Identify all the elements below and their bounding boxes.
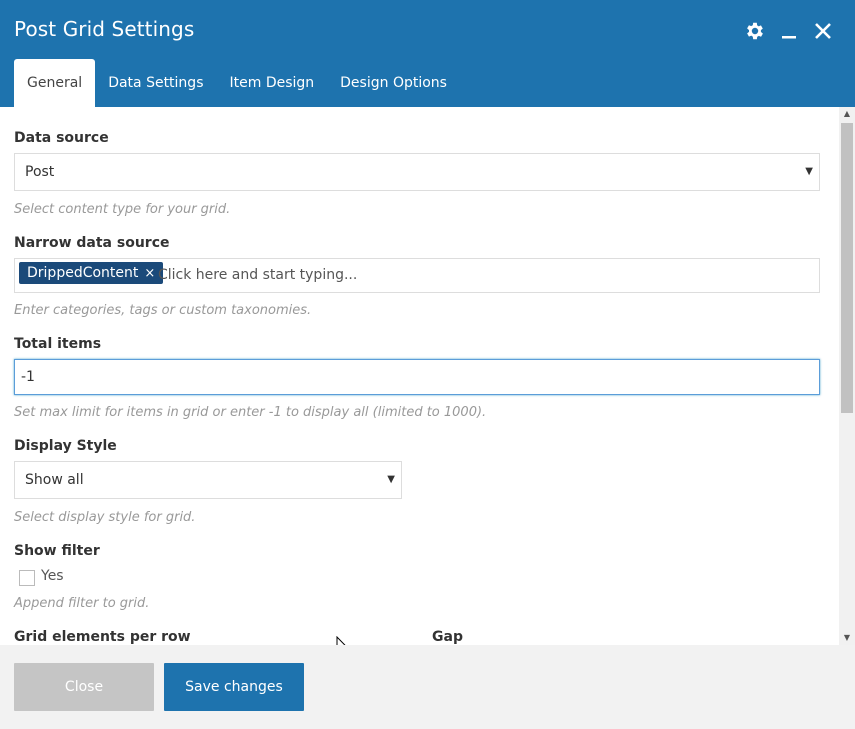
save-changes-button[interactable]: Save changes [164,663,304,711]
gap-label: Gap [432,629,463,645]
tab-bar: General Data Settings Item Design Design… [14,59,460,107]
scroll-down-icon[interactable]: ▼ [839,631,855,645]
close-icon[interactable] [811,19,835,43]
scroll-up-icon[interactable]: ▲ [839,107,855,121]
show-filter-help: Append filter to grid. [14,596,150,611]
show-filter-label: Show filter [14,543,100,559]
mouse-cursor-icon [336,635,350,645]
show-filter-checkbox[interactable] [19,570,35,586]
minimize-icon[interactable] [777,19,801,43]
tag-label: DrippedContent [27,265,139,281]
taxonomy-tag: DrippedContent × [19,262,164,284]
show-filter-checkbox-label[interactable]: Yes [41,568,64,584]
scroll-thumb[interactable] [841,123,853,413]
total-items-value: -1 [21,369,35,385]
data-source-value: Post [25,164,55,180]
data-source-help: Select content type for your grid. [14,202,231,217]
tab-design-options[interactable]: Design Options [327,59,460,107]
grid-elements-label: Grid elements per row [14,629,191,645]
close-button[interactable]: Close [14,663,154,711]
settings-panel: Data source Post ▼ Select content type f… [0,107,839,645]
narrow-source-input[interactable]: DrippedContent × Click here and start ty… [14,258,820,293]
display-style-value: Show all [25,472,84,488]
tab-general[interactable]: General [14,59,96,107]
display-style-select[interactable]: Show all ▼ [14,461,402,499]
display-style-help: Select display style for grid. [14,510,196,525]
vertical-scrollbar[interactable]: ▲ ▼ [839,107,855,645]
modal-header: Post Grid Settings General Data Settings… [0,0,855,107]
tag-remove-icon[interactable]: × [144,266,155,281]
header-controls [743,19,835,43]
window-title: Post Grid Settings [14,17,195,41]
dropdown-arrow-icon: ▼ [805,166,813,177]
dropdown-arrow-icon: ▼ [387,474,395,485]
data-source-label: Data source [14,130,109,146]
total-items-label: Total items [14,336,102,352]
data-source-select[interactable]: Post ▼ [14,153,820,191]
tab-data-settings[interactable]: Data Settings [95,59,216,107]
total-items-input[interactable]: -1 [14,359,820,395]
total-items-help: Set max limit for items in grid or enter… [14,405,487,420]
display-style-label: Display Style [14,438,117,454]
narrow-source-help: Enter categories, tags or custom taxonom… [14,303,312,318]
gear-icon[interactable] [743,19,767,43]
tab-item-design[interactable]: Item Design [217,59,328,107]
narrow-source-label: Narrow data source [14,235,170,251]
narrow-source-placeholder[interactable]: Click here and start typing... [158,267,798,283]
modal-footer: Close Save changes [0,645,855,729]
